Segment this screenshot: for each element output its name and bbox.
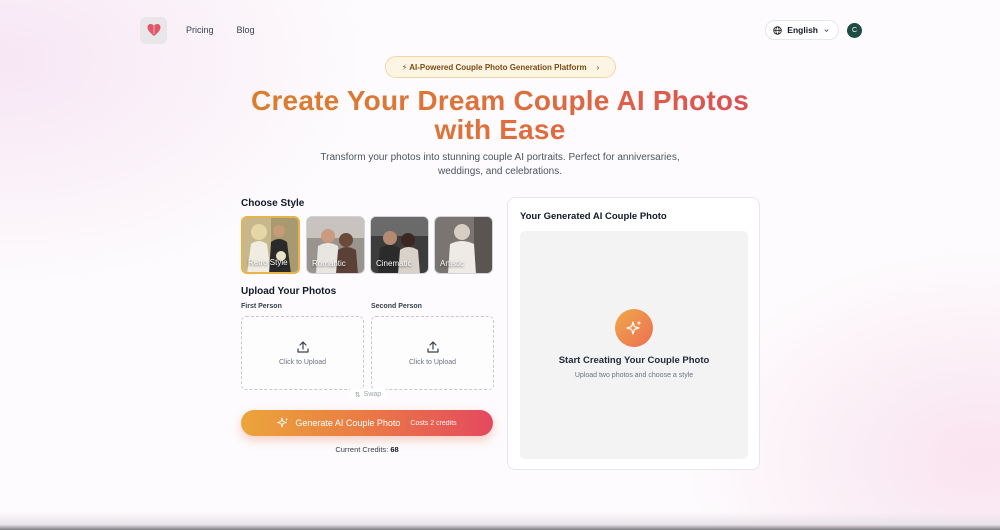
style-card-artistic[interactable]: Artistic: [434, 216, 493, 274]
upload-icon: [426, 341, 439, 353]
sparkle-badge: [615, 309, 653, 347]
badge-text: ⚡ AI-Powered Couple Photo Generation Pla…: [401, 62, 587, 72]
swap-icon: ⇅: [354, 391, 361, 399]
result-panel: Your Generated AI Couple Photo Start Cre…: [507, 197, 760, 470]
upload-text-second: Click to Upload: [408, 359, 457, 366]
style-card-retro[interactable]: Retro Style: [241, 216, 300, 274]
nav-link-blog[interactable]: Blog: [237, 25, 255, 35]
subtitle-line-2: weddings, and celebrations.: [438, 166, 562, 177]
upload-photos-heading: Upload Your Photos: [241, 286, 337, 297]
swap-button[interactable]: ⇅ Swap: [350, 389, 386, 400]
subtitle-line-1: Transform your photos into stunning coup…: [320, 152, 680, 163]
current-credits: Current Credits: 68: [241, 445, 493, 454]
generate-button[interactable]: Generate AI Couple Photo Costs 2 credits: [241, 410, 493, 436]
language-label: English: [787, 25, 818, 35]
sparkle-icon: [277, 417, 289, 428]
result-title: Your Generated AI Couple Photo: [520, 211, 667, 222]
globe-icon: [773, 25, 782, 35]
nav-link-pricing[interactable]: Pricing: [186, 25, 214, 35]
second-person-label: Second Person: [371, 303, 422, 310]
chevron-down-icon: [824, 28, 829, 32]
choose-style-heading: Choose Style: [241, 198, 305, 209]
style-label-cinematic: Cinematic: [376, 259, 412, 268]
style-label-artistic: Artistic: [440, 259, 464, 268]
language-selector[interactable]: English: [765, 20, 839, 40]
result-preview-area: Start Creating Your Couple Photo Upload …: [520, 231, 748, 459]
page-subtitle: Transform your photos into stunning coup…: [300, 151, 700, 179]
title-line-1: Create Your Dream Couple AI Photos: [200, 86, 800, 115]
chevron-right-icon: ›: [596, 62, 600, 72]
title-line-2: with Ease: [200, 115, 800, 144]
swap-label: Swap: [363, 391, 382, 398]
heart-logo-icon: [147, 24, 160, 36]
generate-label: Generate AI Couple Photo: [295, 418, 401, 428]
upload-icon: [296, 341, 309, 353]
bottom-edge-shadow: [0, 512, 1000, 530]
top-nav: Pricing Blog English C: [140, 16, 862, 44]
result-heading: Start Creating Your Couple Photo: [558, 355, 710, 366]
app-logo[interactable]: [140, 16, 167, 44]
result-subtext: Upload two photos and choose a style: [574, 372, 694, 379]
sparkle-icon: [626, 320, 642, 335]
first-person-upload[interactable]: Click to Upload: [241, 316, 364, 390]
first-person-label: First Person: [241, 303, 282, 310]
page-title: Create Your Dream Couple AI Photos with …: [200, 86, 800, 144]
style-card-romantic[interactable]: Romantic: [306, 216, 365, 274]
second-person-upload[interactable]: Click to Upload: [371, 316, 494, 390]
platform-badge[interactable]: ⚡ AI-Powered Couple Photo Generation Pla…: [385, 56, 616, 78]
style-card-cinematic[interactable]: Cinematic: [370, 216, 429, 274]
cost-label: Costs 2 credits: [410, 419, 457, 427]
nav-right: English C: [765, 20, 862, 40]
style-label-retro: Retro Style: [248, 258, 288, 267]
user-avatar[interactable]: C: [847, 22, 862, 38]
credits-label: Current Credits:: [335, 445, 389, 454]
credits-value: 68: [390, 445, 399, 454]
style-label-romantic: Romantic: [312, 259, 346, 268]
upload-text-first: Click to Upload: [278, 359, 327, 366]
